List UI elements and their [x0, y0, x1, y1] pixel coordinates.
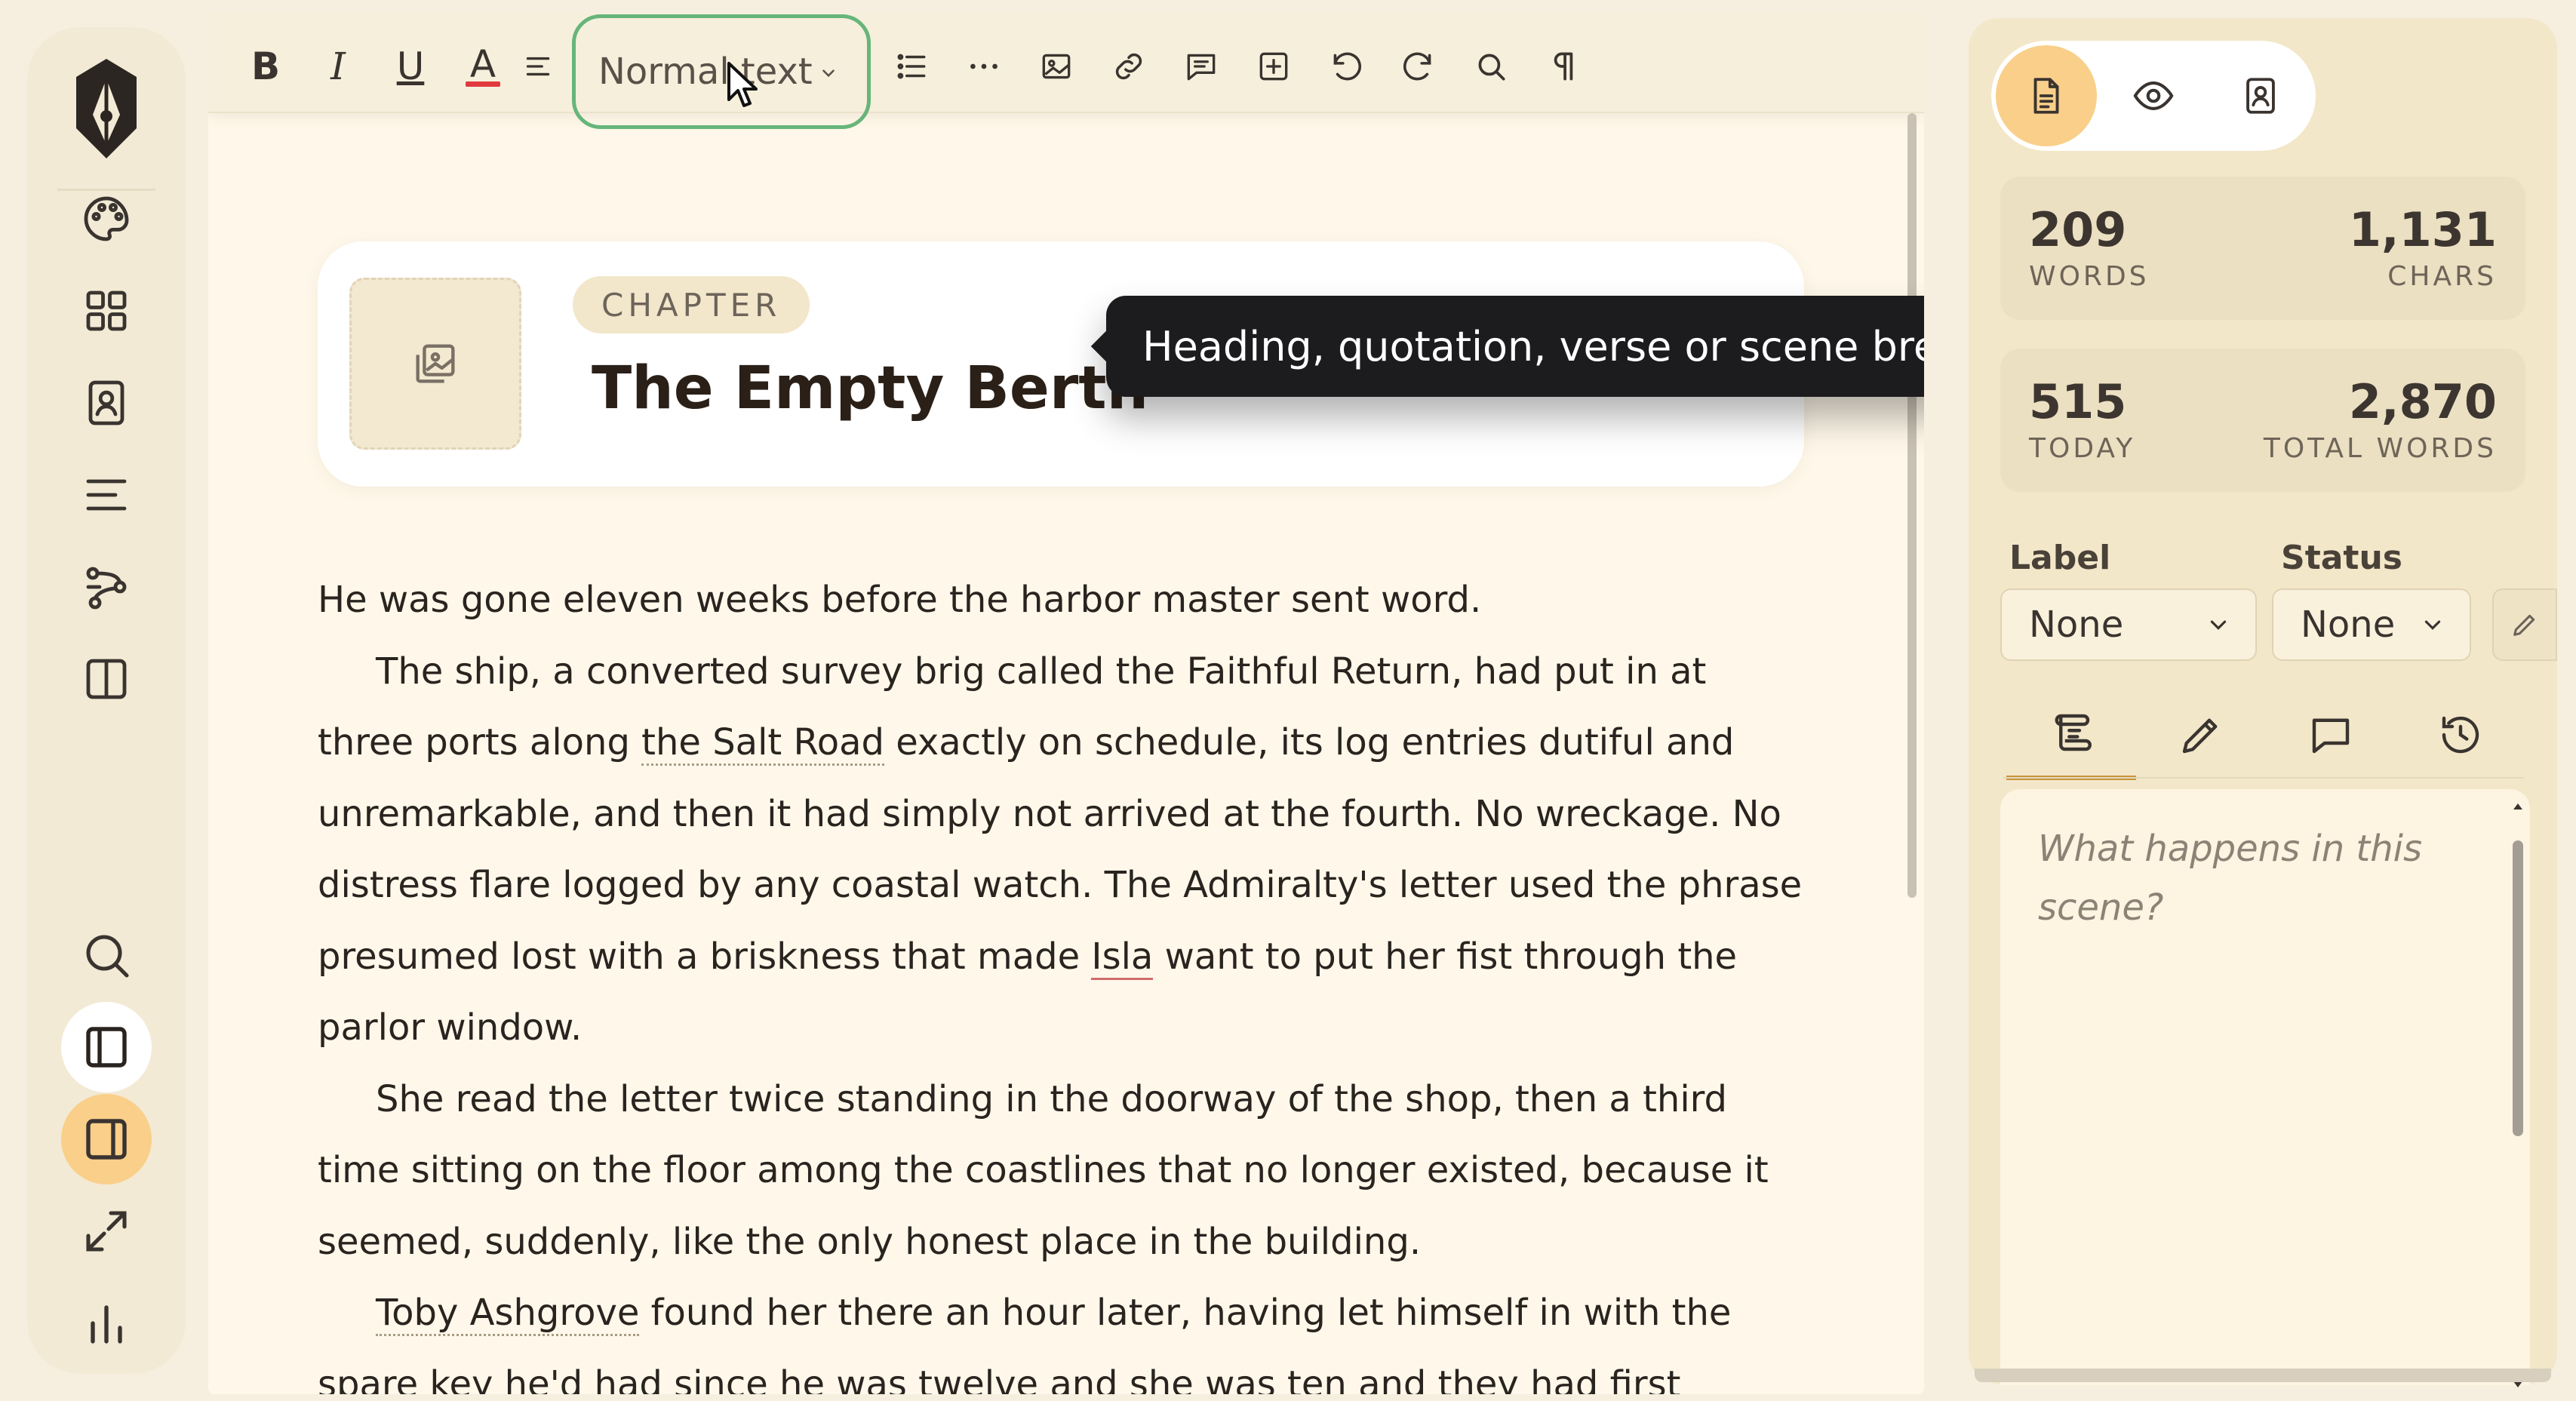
scroll-up-icon[interactable] — [2512, 801, 2524, 812]
synopsis-box — [2000, 789, 2530, 1387]
tab-notes[interactable] — [2136, 690, 2266, 780]
insert-image-icon[interactable] — [1032, 42, 1081, 91]
undo-icon[interactable] — [1322, 42, 1370, 91]
chevron-down-icon — [822, 69, 835, 78]
editor-scrollbar[interactable] — [1907, 113, 1917, 898]
total-words-label: TOTAL WORDS — [2263, 433, 2497, 464]
today-value: 515 — [2029, 374, 2127, 429]
style-tooltip: Heading, quotation, verse or scene break — [1106, 296, 1924, 397]
theme-palette-icon[interactable] — [61, 174, 152, 264]
right-sidebar-toggle-icon[interactable] — [61, 1094, 152, 1184]
today-label: TODAY — [2029, 433, 2136, 464]
left-rail — [27, 27, 186, 1374]
app-logo-icon — [69, 56, 144, 161]
fullscreen-icon[interactable] — [61, 1186, 152, 1277]
more-options-icon[interactable] — [960, 42, 1008, 91]
grid-view-icon[interactable] — [61, 266, 152, 356]
add-comment-icon[interactable] — [1177, 42, 1225, 91]
document-icon[interactable] — [1996, 45, 2097, 146]
redo-icon[interactable] — [1394, 42, 1443, 91]
chapter-title[interactable]: The Empty Berth — [592, 355, 1148, 422]
align-button[interactable] — [513, 42, 561, 91]
character-link-toby[interactable]: Toby Ashgrove — [376, 1292, 640, 1336]
add-image-icon — [416, 344, 455, 383]
paragraph-marks-icon[interactable] — [1539, 42, 1588, 91]
outline-icon[interactable] — [61, 450, 152, 540]
status-field-title: Status — [2281, 539, 2402, 577]
word-count-card: 209 WORDS 1,131 CHARS — [2000, 177, 2525, 320]
find-icon[interactable] — [1467, 42, 1515, 91]
tab-synopsis[interactable] — [2006, 690, 2136, 780]
paragraph: She read the letter twice standing in th… — [318, 1077, 1769, 1263]
text-color-button[interactable]: A — [459, 42, 507, 91]
underline-button[interactable]: U — [386, 42, 435, 91]
text-style-select[interactable]: Normal text — [572, 14, 871, 129]
tab-history[interactable] — [2396, 690, 2525, 780]
words-label: WORDS — [2029, 261, 2150, 292]
chars-value: 1,131 — [2348, 202, 2497, 257]
edit-labels-button[interactable] — [2492, 588, 2557, 661]
plot-flow-icon[interactable] — [61, 542, 152, 632]
insert-link-icon[interactable] — [1105, 42, 1153, 91]
location-link[interactable]: the Salt Road — [641, 721, 884, 766]
editor-pane: B I U A Normal text CHAPTER The Empty Be… — [208, 14, 1924, 1394]
inspector-panel: 209 WORDS 1,131 CHARS 515 TODAY 2,870 TO… — [1969, 18, 2557, 1387]
tab-comments[interactable] — [2266, 690, 2396, 780]
split-view-icon[interactable] — [61, 634, 152, 724]
paragraph: Toby Ashgrove found her there an hour la… — [318, 1292, 1732, 1394]
chevron-down-icon — [2210, 620, 2227, 630]
contact-icon[interactable] — [2210, 45, 2311, 146]
pencil-icon — [2513, 614, 2535, 636]
label-select[interactable]: None — [2000, 588, 2257, 661]
cover-image-placeholder[interactable] — [349, 278, 521, 450]
paragraph: The ship, a converted survey brig called… — [318, 650, 1803, 1049]
words-value: 209 — [2029, 202, 2127, 257]
eye-icon[interactable] — [2103, 45, 2204, 146]
label-select-value: None — [2029, 604, 2124, 646]
history-icon — [2442, 716, 2479, 754]
inspector-view-toggle — [1991, 41, 2316, 151]
characters-icon[interactable] — [61, 358, 152, 448]
formatting-toolbar: B I U A Normal text — [208, 14, 1924, 129]
pencil-icon — [2182, 718, 2218, 754]
statistics-icon[interactable] — [61, 1278, 152, 1369]
progress-card: 515 TODAY 2,870 TOTAL WORDS — [2000, 349, 2525, 492]
mouse-pointer-icon — [727, 62, 758, 107]
search-icon[interactable] — [61, 910, 152, 1000]
synopsis-scrollbar[interactable] — [2510, 801, 2525, 1390]
synopsis-icon — [2055, 714, 2092, 751]
label-field-title: Label — [2009, 539, 2111, 577]
synopsis-input[interactable] — [2000, 789, 2498, 1385]
synopsis-scroll-thumb[interactable] — [2513, 840, 2523, 1136]
text-color-swatch — [466, 81, 500, 87]
chevron-down-icon — [2424, 620, 2441, 630]
list-button[interactable] — [887, 42, 936, 91]
character-link-isla[interactable]: Isla — [1091, 935, 1154, 980]
bold-button[interactable]: B — [241, 42, 290, 91]
total-words-value: 2,870 — [2348, 374, 2497, 429]
text-style-value: Normal text — [598, 51, 813, 93]
insert-block-icon[interactable] — [1250, 42, 1298, 91]
left-sidebar-toggle-icon[interactable] — [61, 1002, 152, 1092]
manuscript-text[interactable]: He was gone eleven weeks before the harb… — [318, 564, 1812, 1394]
paragraph: He was gone eleven weeks before the harb… — [318, 579, 1482, 621]
chars-label: CHARS — [2387, 261, 2497, 292]
panel-scrollbar-horizontal[interactable] — [1975, 1369, 2551, 1382]
chapter-type-badge[interactable]: CHAPTER — [573, 276, 810, 333]
italic-button[interactable]: I — [314, 42, 362, 91]
comment-icon — [2312, 718, 2350, 754]
tab-divider — [2003, 777, 2524, 779]
status-select[interactable]: None — [2272, 588, 2471, 661]
status-select-value: None — [2301, 604, 2396, 646]
